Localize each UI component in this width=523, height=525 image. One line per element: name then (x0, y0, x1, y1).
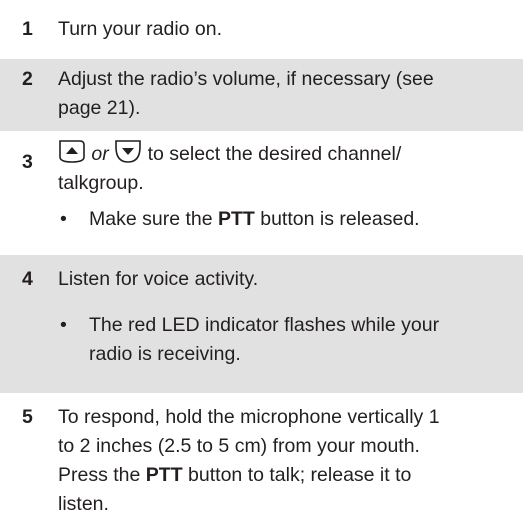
step-text-line: To respond, hold the microphone vertical… (58, 406, 440, 428)
bullet-text: The red LED indicator flashes while your… (89, 314, 440, 365)
step-3: 3 or to select the desired channel/ talk… (0, 131, 523, 255)
ptt-label: PTT (145, 464, 183, 486)
or-text: or (91, 143, 109, 165)
step-text-line: to 2 inches (2.5 to 5 cm) from your mout… (58, 435, 420, 457)
up-arrow-button-icon (58, 139, 86, 165)
step-text-line: Press the PTT button to talk; release it… (58, 464, 412, 486)
step-number: 3 (22, 151, 33, 173)
step-text: Turn your radio on. (58, 18, 223, 40)
ptt-label: PTT (217, 208, 255, 230)
step-text-line: to select the desired channel/ (142, 143, 402, 165)
step-2: 2 Adjust the radio’s volume, if necessar… (0, 59, 523, 131)
down-arrow-button-icon (114, 139, 142, 165)
step-text-line: page 21). (58, 97, 141, 119)
step-text-line: talkgroup. (58, 172, 144, 194)
step-5: 5 To respond, hold the microphone vertic… (0, 393, 523, 525)
bullet-marker: • (60, 208, 67, 230)
bullet-text: Make sure the PTT button is released. (89, 208, 420, 230)
step-1: 1 Turn your radio on. (0, 0, 523, 59)
step-number: 5 (22, 406, 33, 428)
step-text: Listen for voice activity. (58, 268, 259, 290)
bullet-marker: • (60, 314, 67, 336)
step-4: 4 Listen for voice activity. • The red L… (0, 255, 523, 393)
step-number: 2 (22, 68, 33, 90)
step-number: 4 (22, 268, 33, 290)
step-text-line: listen. (58, 493, 109, 515)
step-number: 1 (22, 18, 33, 40)
step-text-line: Adjust the radio’s volume, if necessary … (58, 68, 434, 90)
